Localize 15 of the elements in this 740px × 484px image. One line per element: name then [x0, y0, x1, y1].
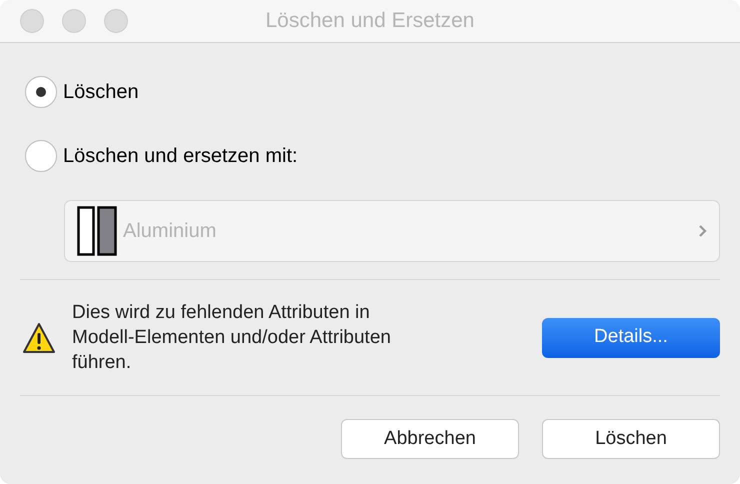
window-control-icon[interactable] — [104, 9, 128, 33]
radio-icon[interactable] — [25, 76, 57, 108]
material-swatch-icon — [77, 206, 117, 256]
warning-icon — [22, 322, 56, 354]
radio-icon[interactable] — [25, 140, 57, 172]
warning-message: Dies wird zu fehlenden Attributen in Modell-Elementen und/oder Attributen führen. — [72, 301, 392, 375]
chevron-right-icon — [698, 224, 707, 238]
radio-option[interactable]: Löschen und ersetzen mit: — [25, 139, 720, 173]
window-title: Löschen und Ersetzen — [266, 8, 474, 34]
radio-option[interactable]: Löschen — [25, 75, 720, 109]
dialog-button[interactable]: Löschen — [542, 419, 720, 459]
window-control-icon[interactable] — [20, 9, 44, 33]
details-button[interactable]: Details... — [542, 318, 720, 358]
dialog-button[interactable]: Abbrechen — [341, 419, 519, 459]
window-control-icon[interactable] — [62, 9, 86, 33]
